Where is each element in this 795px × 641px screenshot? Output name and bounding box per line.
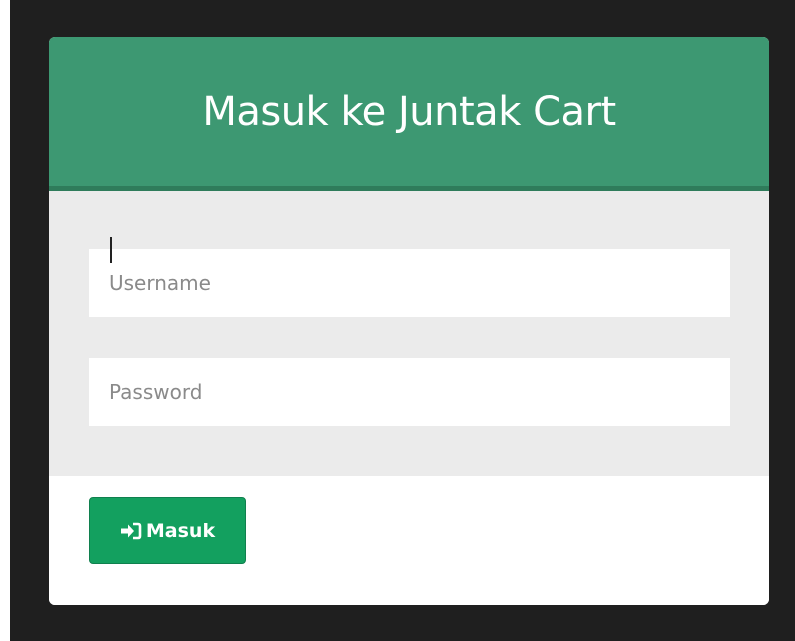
login-form (49, 191, 769, 476)
login-panel: Masuk ke Juntak Cart Masuk (49, 37, 769, 605)
sign-in-icon (120, 522, 142, 540)
page-title: Masuk ke Juntak Cart (202, 88, 616, 135)
panel-footer: Masuk (49, 476, 769, 605)
panel-header: Masuk ke Juntak Cart (49, 37, 769, 191)
text-cursor (110, 237, 112, 263)
username-input[interactable] (89, 249, 730, 317)
login-button[interactable]: Masuk (89, 497, 246, 564)
password-input[interactable] (89, 358, 730, 426)
window-edge (0, 0, 10, 641)
login-button-label: Masuk (145, 519, 216, 542)
